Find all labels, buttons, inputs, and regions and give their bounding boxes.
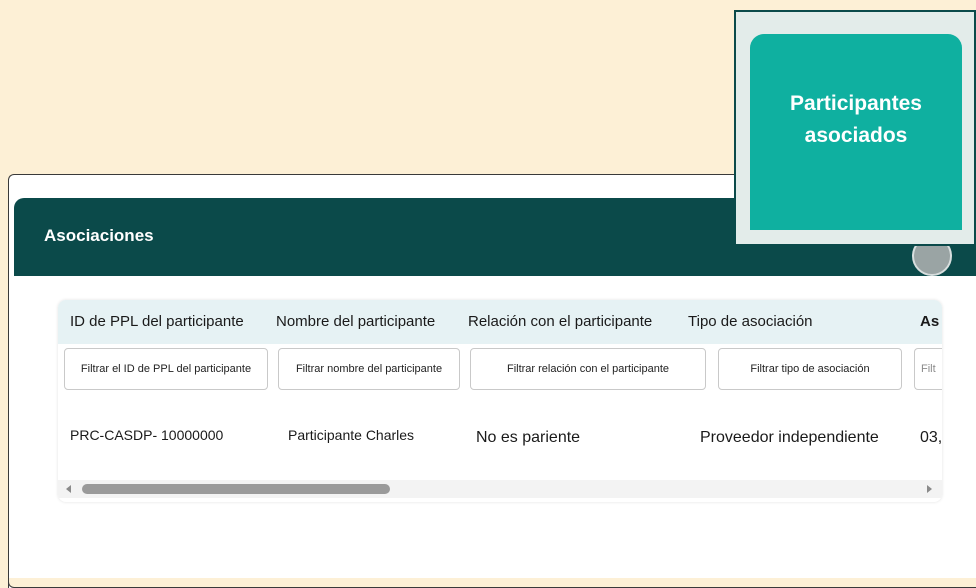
column-header-ppl-id[interactable]: ID de PPL del participante (70, 313, 244, 330)
cell-ppl-id: PRC-CASDP- 10000000 (70, 427, 224, 443)
column-header-partial[interactable]: As (920, 313, 939, 330)
cell-association-type: Proveedor independiente (700, 429, 879, 446)
filter-partial-input[interactable]: Filt (914, 348, 942, 390)
filter-association-type-input[interactable]: Filtrar tipo de asociación (718, 348, 902, 390)
section-title: Asociaciones (44, 226, 154, 245)
filter-relation-input[interactable]: Filtrar relación con el participante (470, 348, 706, 390)
filter-name-input[interactable]: Filtrar nombre del participante (278, 348, 460, 390)
associated-participants-callout: Participantes asociados (734, 10, 976, 246)
scroll-left-icon[interactable] (66, 485, 71, 493)
cell-name: Participante Charles (288, 427, 415, 443)
callout-line-2: asociados (804, 124, 908, 147)
cell-relation: No es pariente (476, 429, 581, 446)
table-header-row: ID de PPL del participante Nombre del pa… (58, 300, 942, 344)
cell-date-partial: 03, (920, 429, 942, 446)
callout-line-1: Participantes (790, 92, 922, 115)
column-header-name[interactable]: Nombre del participante (276, 313, 435, 330)
horizontal-scrollbar[interactable] (58, 480, 942, 498)
associated-participants-label: Participantes asociados (750, 88, 962, 152)
scrollbar-thumb[interactable] (82, 484, 390, 494)
card-frame (8, 578, 976, 588)
table-row[interactable]: PRC-CASDP- 10000000 Participante Charles… (58, 408, 942, 474)
column-header-association-type[interactable]: Tipo de asociación (688, 313, 813, 330)
scroll-right-icon[interactable] (927, 485, 932, 493)
associations-table: ID de PPL del participante Nombre del pa… (58, 300, 942, 502)
column-header-relation[interactable]: Relación con el participante (468, 313, 652, 330)
filter-ppl-id-input[interactable]: Filtrar el ID de PPL del participante (64, 348, 268, 390)
